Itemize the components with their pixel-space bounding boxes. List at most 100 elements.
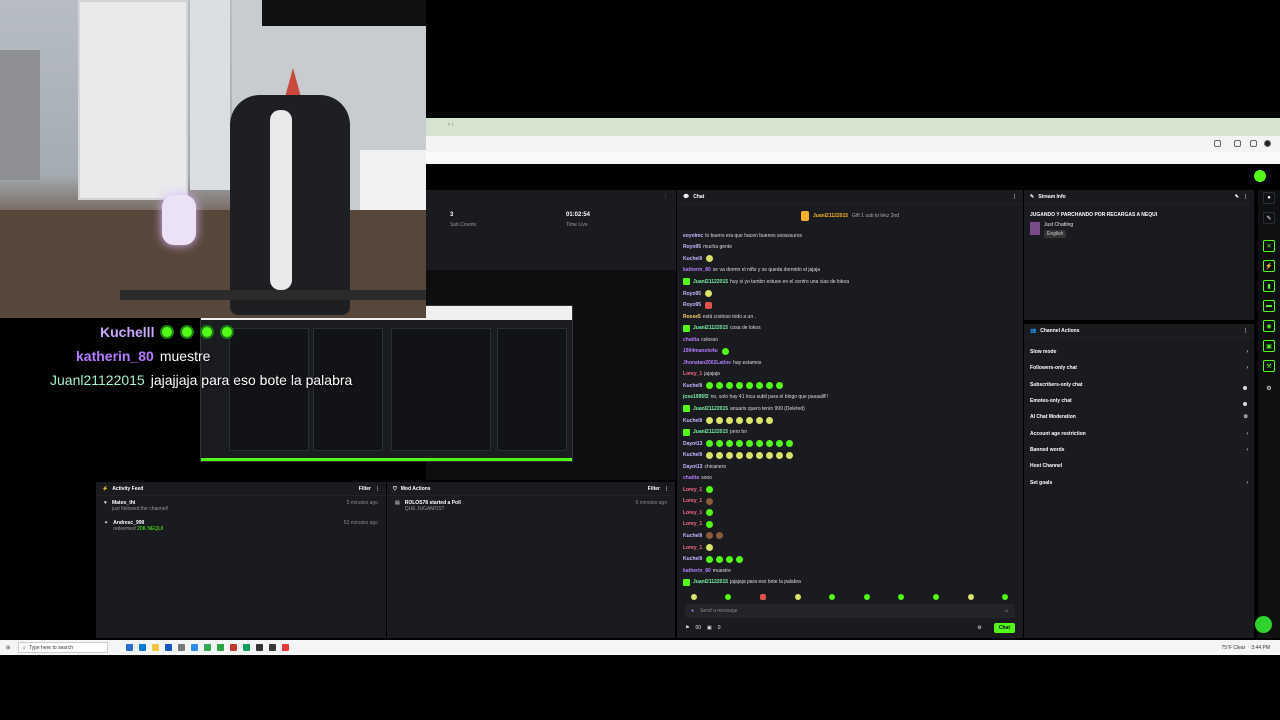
chat-send-button[interactable]: Chat (993, 623, 1015, 633)
windows-icon[interactable]: ⊞ (6, 645, 10, 651)
app-icon[interactable] (178, 644, 185, 651)
more-icon[interactable]: ⋮ (375, 486, 380, 492)
extension-icon[interactable] (1250, 140, 1257, 147)
emote-icon[interactable] (898, 594, 905, 600)
emote-icon[interactable] (829, 594, 836, 600)
chat-username[interactable]: chatita (683, 337, 699, 343)
emoji-icon[interactable]: ☺ (1004, 608, 1009, 614)
chat-message[interactable]: Royo95 (683, 299, 1017, 311)
settings-icon[interactable]: ⚙ (1244, 414, 1248, 420)
chat-message[interactable]: Royo95 mucha gente (683, 242, 1017, 254)
chat-message[interactable]: Juanl21122015 huy si yo tambn estuve en e… (683, 276, 1017, 288)
chat-message[interactable]: Kuchelli (683, 449, 1017, 461)
channel-action-item[interactable]: Emotes-only chat (1024, 393, 1254, 409)
chat-username[interactable]: katherin_80 (683, 267, 711, 273)
mail-icon[interactable] (191, 644, 198, 651)
chat-username[interactable]: Juanl21122015 (693, 325, 728, 331)
chat-message[interactable]: Juanl21122015 cosa de lokos (683, 322, 1017, 334)
store-icon[interactable] (165, 644, 172, 651)
chat-message[interactable]: Lorey_1 (683, 542, 1017, 554)
chat-username[interactable]: Lorey_1 (683, 371, 702, 377)
chat-message[interactable]: katherin_80 muestre (683, 565, 1017, 577)
chat-username[interactable]: Kuchelli (683, 533, 702, 539)
chat-username[interactable]: Royo95 (683, 302, 701, 308)
ban-icon[interactable]: ✕ (1263, 240, 1275, 252)
chat-message[interactable]: chatita sooo (683, 472, 1017, 484)
filter-button[interactable]: Filter (648, 486, 660, 492)
channel-action-item[interactable]: AI Chat Moderation ⚙ (1024, 409, 1254, 425)
emote-icon[interactable] (725, 594, 732, 600)
channel-action-item[interactable]: Banned words › (1024, 442, 1254, 458)
chevron-right-icon[interactable]: › (1246, 447, 1248, 453)
chat-username[interactable]: Lorey_1 (683, 521, 702, 527)
obs-icon[interactable] (256, 644, 263, 651)
app-icon[interactable] (243, 644, 250, 651)
gift-icon[interactable]: ▣ (1263, 340, 1275, 352)
chat-message[interactable]: eoyolmc lo bueno era que hacen buenos sso… (683, 230, 1017, 242)
weather-text[interactable]: 75°F Clear (1221, 645, 1245, 651)
chat-message[interactable]: Lorey_1 (683, 507, 1017, 519)
chat-username[interactable]: Juanl21122015 (693, 279, 728, 285)
chat-message[interactable]: Juanl21122015 jajajaja para eso bote la p… (683, 576, 1017, 588)
extension-icon[interactable] (1234, 140, 1241, 147)
channel-action-item[interactable]: Set goals › (1024, 474, 1254, 490)
emote-quick-bar[interactable] (677, 592, 1023, 602)
emote-icon[interactable] (967, 594, 974, 600)
info-icon[interactable]: ● (1263, 192, 1275, 204)
chat-message[interactable]: Lorey_1 jajajaja (683, 369, 1017, 381)
chat-message[interactable]: Lorey_1 (683, 519, 1017, 531)
chat-username[interactable]: Rosse5 (683, 314, 701, 320)
chat-username[interactable]: katherin_80 (683, 568, 711, 574)
chat-message[interactable]: jose1995f2 no, solo hay 41 loca subil par… (683, 392, 1017, 404)
chat-username[interactable]: Dayot13 (683, 464, 702, 470)
chat-message[interactable]: katherin_80 se va dormir el niño y se que… (683, 265, 1017, 277)
chat-message[interactable]: Dayot13 chicanero (683, 461, 1017, 473)
chat-username[interactable]: Kuchelli (683, 256, 702, 262)
app-icon[interactable] (126, 644, 133, 651)
chat-username[interactable]: Lorey_1 (683, 545, 702, 551)
more-icon[interactable]: ⋮ (663, 193, 668, 199)
add-icon[interactable]: ⚙ (1263, 382, 1275, 394)
chevron-right-icon[interactable]: › (1246, 431, 1248, 437)
emote-icon[interactable] (1002, 594, 1009, 600)
kick-logo-icon[interactable] (1254, 170, 1266, 182)
chat-username[interactable]: Juanl21122015 (693, 579, 728, 585)
pencil-icon[interactable]: ✎ (1263, 212, 1275, 224)
app-icon[interactable] (217, 644, 224, 651)
chat-username[interactable]: Juanl21122015 (693, 406, 728, 412)
more-icon[interactable]: ⋮ (1012, 194, 1017, 200)
edit-icon[interactable]: ✎ (1235, 194, 1239, 200)
folder-icon[interactable] (152, 644, 159, 651)
tab-nav[interactable]: ‹ › (448, 122, 454, 128)
app-icon[interactable] (282, 644, 289, 651)
chat-username[interactable]: chatita (683, 475, 699, 481)
poll-icon[interactable]: ◉ (1263, 320, 1275, 332)
chat-message[interactable]: Jhonatan2002Latine hay estamos (683, 357, 1017, 369)
star-icon[interactable] (1214, 140, 1221, 147)
profile-icon[interactable] (1264, 140, 1271, 147)
chat-message[interactable]: Kuchelli (683, 253, 1017, 265)
chat-username[interactable]: Kuchelli (683, 383, 702, 389)
wrench-icon[interactable]: ⚒ (1263, 360, 1275, 372)
points-icon[interactable]: ⚑ (685, 625, 689, 631)
chat-message[interactable]: Kuchelli (683, 530, 1017, 542)
emote-icon[interactable] (759, 594, 766, 600)
chat-message[interactable]: chatita colosso (683, 334, 1017, 346)
chat-username[interactable]: Kuchelli (683, 556, 702, 562)
channel-action-item[interactable]: Account age restriction › (1024, 425, 1254, 441)
emote-icon[interactable] (932, 594, 939, 600)
more-icon[interactable]: ⋮ (1243, 328, 1248, 334)
chat-username[interactable]: Royo95 (683, 244, 701, 250)
chat-username[interactable]: Kuchelli (683, 452, 702, 458)
channel-action-item[interactable]: Subscribers-only chat (1024, 377, 1254, 393)
settings-icon[interactable]: ⚙ (977, 625, 981, 631)
chat-message[interactable]: Lorey_1 (683, 484, 1017, 496)
chrome-icon[interactable] (204, 644, 211, 651)
chat-message[interactable]: Kuchelli (683, 415, 1017, 427)
chevron-right-icon[interactable]: › (1246, 349, 1248, 355)
mic-icon[interactable]: ● (691, 608, 694, 614)
chat-username[interactable]: Kuchelli (683, 418, 702, 424)
taskbar-search[interactable]: ⌕ Type here to search (18, 642, 108, 653)
chat-message[interactable]: Juanl21122015 anuaris quero tenío 999 (De… (683, 403, 1017, 415)
app-icon[interactable] (269, 644, 276, 651)
